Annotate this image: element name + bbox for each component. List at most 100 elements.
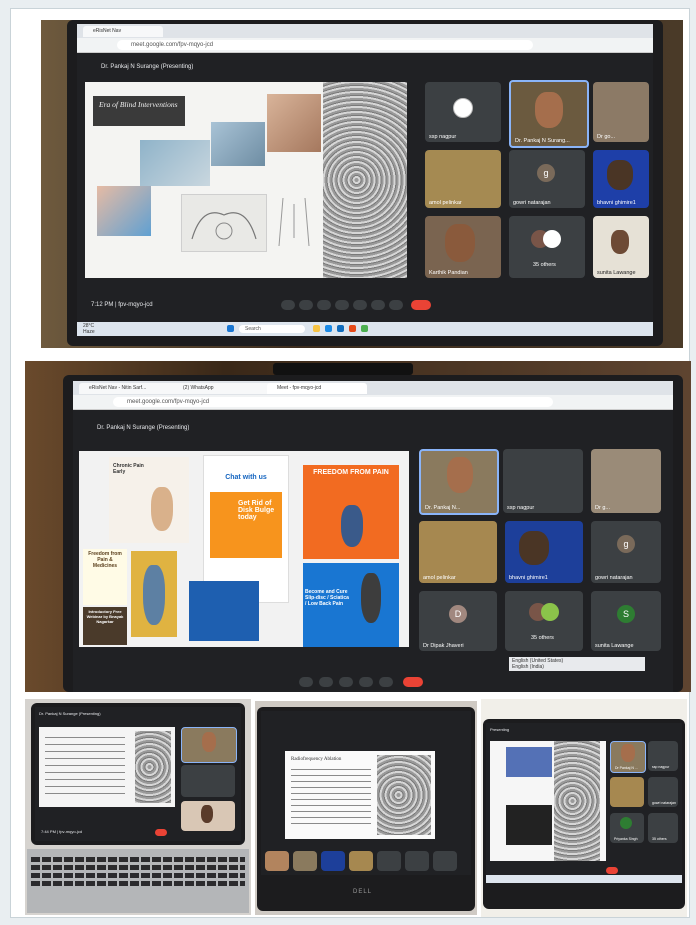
participant-tile-active[interactable] <box>181 727 237 763</box>
end-call-button[interactable] <box>606 867 618 874</box>
poster-become-cure: Become and Cure Slip-disc / Sciatica / L… <box>303 563 399 647</box>
participant-tile[interactable] <box>405 851 429 871</box>
participant-tile[interactable]: S sunita Lawange <box>591 591 661 651</box>
presenting-label: Dr. Pankaj N Surange (Presenting) <box>39 711 101 716</box>
slide-photo-face <box>267 94 321 152</box>
key-row <box>31 881 245 886</box>
participant-tile[interactable] <box>610 777 644 807</box>
participant-tile-others[interactable]: 35 others <box>505 591 583 651</box>
participant-tile[interactable]: g gowri natarajan <box>509 150 585 208</box>
camera-button[interactable] <box>299 300 313 310</box>
participant-tile[interactable]: Dr go... <box>593 82 649 142</box>
slide-text-lines <box>291 769 371 829</box>
weather-desc: Haze <box>83 329 95 335</box>
browser-tab-active[interactable]: Meet - fpv-mqyo-jcd <box>267 383 367 394</box>
participant-avatar: S <box>617 605 635 623</box>
caption-language-popup[interactable]: English (United States) English (India) <box>509 657 645 671</box>
presenting-label: Dr. Pankaj N Surange (Presenting) <box>97 425 190 431</box>
camera-button[interactable] <box>319 677 333 687</box>
participant-tile[interactable] <box>349 851 373 871</box>
present-button[interactable] <box>359 677 373 687</box>
raise-hand-button[interactable] <box>371 300 385 310</box>
browser-tab[interactable]: eRisNet Nav <box>83 26 163 37</box>
participant-tile[interactable] <box>293 851 317 871</box>
participant-tile[interactable] <box>321 851 345 871</box>
participant-tile[interactable]: Karthik Pandian <box>425 216 501 278</box>
chrome-icon[interactable] <box>361 325 368 332</box>
participant-tile-others[interactable]: 35 others <box>648 813 678 843</box>
slide-ultrasound-image <box>135 731 171 803</box>
mic-button[interactable] <box>299 677 313 687</box>
slide-text-lines <box>45 737 125 797</box>
photo-collage: eRisNet Nav meet.google.com/fpv-mqyo-jcd… <box>10 8 691 918</box>
participant-tile[interactable]: D Dr Dipak Jhaveri <box>419 591 497 651</box>
laptop-screen: eRisNet Nav - Nitin Sarf... (2) WhatsApp… <box>73 381 673 692</box>
participant-name: bhavni ghimire1 <box>509 575 548 581</box>
office-icon[interactable] <box>349 325 356 332</box>
more-options-button[interactable] <box>389 300 403 310</box>
edge-icon[interactable] <box>325 325 332 332</box>
captions-button[interactable] <box>339 677 353 687</box>
laptop-screen: Presenting Dr Pankaj N ... ssp nagpur go… <box>486 723 682 883</box>
more-options-button[interactable] <box>379 677 393 687</box>
end-call-button[interactable] <box>155 829 167 836</box>
participant-tile[interactable]: g gowri natarajan <box>591 521 661 583</box>
emoji-button[interactable] <box>335 300 349 310</box>
photo-laptop-meeting-3: Dr. Pankaj N Surange (Presenting) 7:44 P… <box>25 699 251 915</box>
poster-person <box>143 565 165 625</box>
participant-face <box>447 457 473 493</box>
participant-tile[interactable]: amol pelinkar <box>425 150 501 208</box>
slide-ultrasound-image <box>323 82 407 278</box>
participant-tile[interactable]: bhavni ghimire1 <box>593 150 649 208</box>
present-button[interactable] <box>353 300 367 310</box>
browser-tab[interactable]: eRisNet Nav - Nitin Sarf... <box>79 383 179 394</box>
participant-tile[interactable] <box>433 851 457 871</box>
participant-name: Karthik Pandian <box>429 270 468 276</box>
weather-widget[interactable]: 28°C Haze <box>83 323 95 335</box>
url-field[interactable]: meet.google.com/fpv-mqyo-jcd <box>113 397 553 407</box>
taskbar-search[interactable]: Search <box>239 325 305 333</box>
browser-tab[interactable]: (2) WhatsApp <box>173 383 273 394</box>
participant-tile-active[interactable]: Dr. Pankaj N Surang... <box>509 80 589 148</box>
pelvis-drawing <box>191 212 257 240</box>
participant-face <box>535 92 563 128</box>
participant-tile[interactable] <box>181 765 235 797</box>
participant-tile-active[interactable]: Dr Pankaj N ... <box>610 741 646 773</box>
participant-tile[interactable] <box>265 851 289 871</box>
participant-tile[interactable]: ssp nagpur <box>503 449 583 513</box>
slide-dark-box <box>506 805 552 845</box>
participant-name: ssp nagpur <box>507 505 535 511</box>
participant-tile[interactable]: ssp nagpur <box>648 741 678 771</box>
participant-tile[interactable]: gowri natarajan <box>648 777 678 807</box>
participant-tile[interactable]: amol pelinkar <box>419 521 497 583</box>
participant-tile[interactable] <box>181 801 235 831</box>
slide-ultrasound-image <box>554 741 600 861</box>
poster-text: Introductory Free Webinar by Bnayak Naga… <box>86 609 124 624</box>
participant-name: sunita Lawange <box>597 270 636 276</box>
participant-tile[interactable]: sunita Lawange <box>593 216 649 278</box>
participant-tile[interactable]: Dr g... <box>591 449 661 513</box>
url-field[interactable]: meet.google.com/fpv-mqyo-jcd <box>117 40 533 50</box>
file-explorer-icon[interactable] <box>313 325 320 332</box>
shared-slide <box>39 727 175 807</box>
participant-avatar: D <box>449 605 467 623</box>
participant-avatar: g <box>617 535 635 553</box>
participant-tile-active[interactable]: Dr. Pankaj N... <box>419 449 499 515</box>
windows-start-icon[interactable] <box>227 325 234 332</box>
shared-slide: Radiofrequency Ablation <box>285 751 435 839</box>
participant-tile[interactable]: ssp nagpur <box>425 82 501 142</box>
participant-tile-others[interactable]: 35 others <box>509 216 585 278</box>
participant-name: 35 others <box>533 262 556 268</box>
mic-button[interactable] <box>281 300 295 310</box>
presenting-label: Presenting <box>490 727 510 732</box>
windows-taskbar <box>486 875 682 883</box>
participant-tile[interactable]: bhavni ghimire1 <box>505 521 583 583</box>
mail-icon[interactable] <box>337 325 344 332</box>
slide-photo-injection <box>97 186 151 236</box>
end-call-button[interactable] <box>411 300 431 310</box>
caption-language-option[interactable]: English (India) <box>512 664 642 670</box>
end-call-button[interactable] <box>403 677 423 687</box>
participant-tile[interactable]: Priyanka Singh <box>610 813 644 843</box>
participant-tile[interactable] <box>377 851 401 871</box>
captions-button[interactable] <box>317 300 331 310</box>
